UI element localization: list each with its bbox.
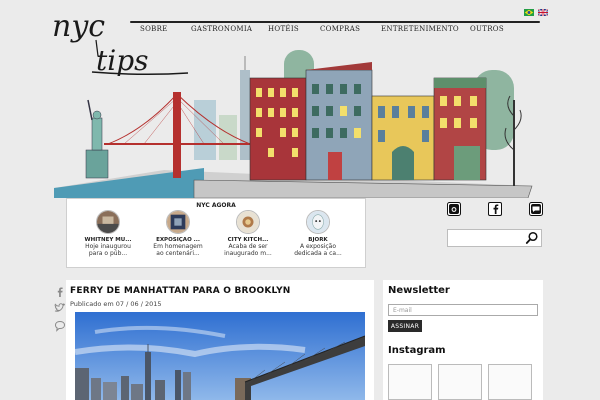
uk-flag-icon[interactable] <box>538 9 548 16</box>
nav-item-hoteis[interactable]: HOTÉIS <box>268 25 299 33</box>
instagram-photo[interactable] <box>438 364 482 400</box>
logo-text-nyc: nyc <box>52 10 105 44</box>
sidebar: Newsletter ASSINAR Instagram <box>383 280 543 400</box>
agora-item-city-kitchen[interactable]: CITY KITCH... Acaba de ser inaugurado m.… <box>217 210 279 264</box>
instagram-icon[interactable] <box>447 202 461 216</box>
newsletter-heading: Newsletter <box>388 285 450 296</box>
agora-item-bjork[interactable]: BJÖRK A exposição dedicada a ca... <box>287 210 349 264</box>
chat-icon[interactable] <box>529 202 543 216</box>
agora-thumb-image <box>96 210 120 234</box>
instagram-photo[interactable] <box>488 364 532 400</box>
nav-item-compras[interactable]: COMPRAS <box>320 25 360 33</box>
agora-thumb-image <box>166 210 190 234</box>
facebook-icon[interactable] <box>488 202 502 216</box>
twitter-share-icon[interactable] <box>54 302 66 314</box>
nav-divider <box>130 21 540 23</box>
agora-item-excerpt: Hoje inaugurou para o púb... <box>85 243 131 257</box>
newsletter-email-field[interactable] <box>388 304 538 316</box>
facebook-share-icon[interactable] <box>54 286 66 298</box>
comment-icon[interactable] <box>54 320 66 332</box>
search-input[interactable] <box>448 230 526 246</box>
article-date: Publicado em 07 / 06 / 2015 <box>70 300 162 308</box>
nyc-agora-panel: NYC AGORA WHITNEY MU... Hoje inaugurou p… <box>66 198 366 268</box>
article-image[interactable] <box>75 312 365 400</box>
search-icon[interactable] <box>525 231 539 245</box>
subscribe-button[interactable]: ASSINAR <box>388 320 422 332</box>
nav-item-gastronomia[interactable]: GASTRONOMIA <box>191 25 252 33</box>
article-title[interactable]: FERRY DE MANHATTAN PARA O BROOKLYN <box>70 286 291 296</box>
agora-item-exposicao[interactable]: EXPOSIÇÃO ... Em homenagem ao centenári.… <box>147 210 209 264</box>
agora-thumb-image <box>236 210 260 234</box>
nav-item-entretenimento[interactable]: ENTRETENIMENTO <box>381 25 459 33</box>
nyc-skyline-illustration <box>54 40 534 199</box>
nav-item-sobre[interactable]: SOBRE <box>140 25 168 33</box>
nav-item-outros[interactable]: OUTROS <box>470 25 504 33</box>
instagram-heading: Instagram <box>388 345 446 356</box>
article-card: FERRY DE MANHATTAN PARA O BROOKLYN Publi… <box>66 280 374 400</box>
brazil-flag-icon[interactable] <box>524 9 534 16</box>
search-box <box>447 229 542 247</box>
agora-thumb-image <box>306 210 330 234</box>
agora-item-excerpt: Em homenagem ao centenári... <box>153 243 203 257</box>
language-switcher <box>524 9 548 16</box>
agora-item-whitney[interactable]: WHITNEY MU... Hoje inaugurou para o púb.… <box>77 210 139 264</box>
instagram-photo[interactable] <box>388 364 432 400</box>
agora-item-excerpt: A exposição dedicada a ca... <box>294 243 342 257</box>
nyc-agora-title: NYC AGORA <box>196 202 236 209</box>
agora-item-excerpt: Acaba de ser inaugurado m... <box>224 243 272 257</box>
